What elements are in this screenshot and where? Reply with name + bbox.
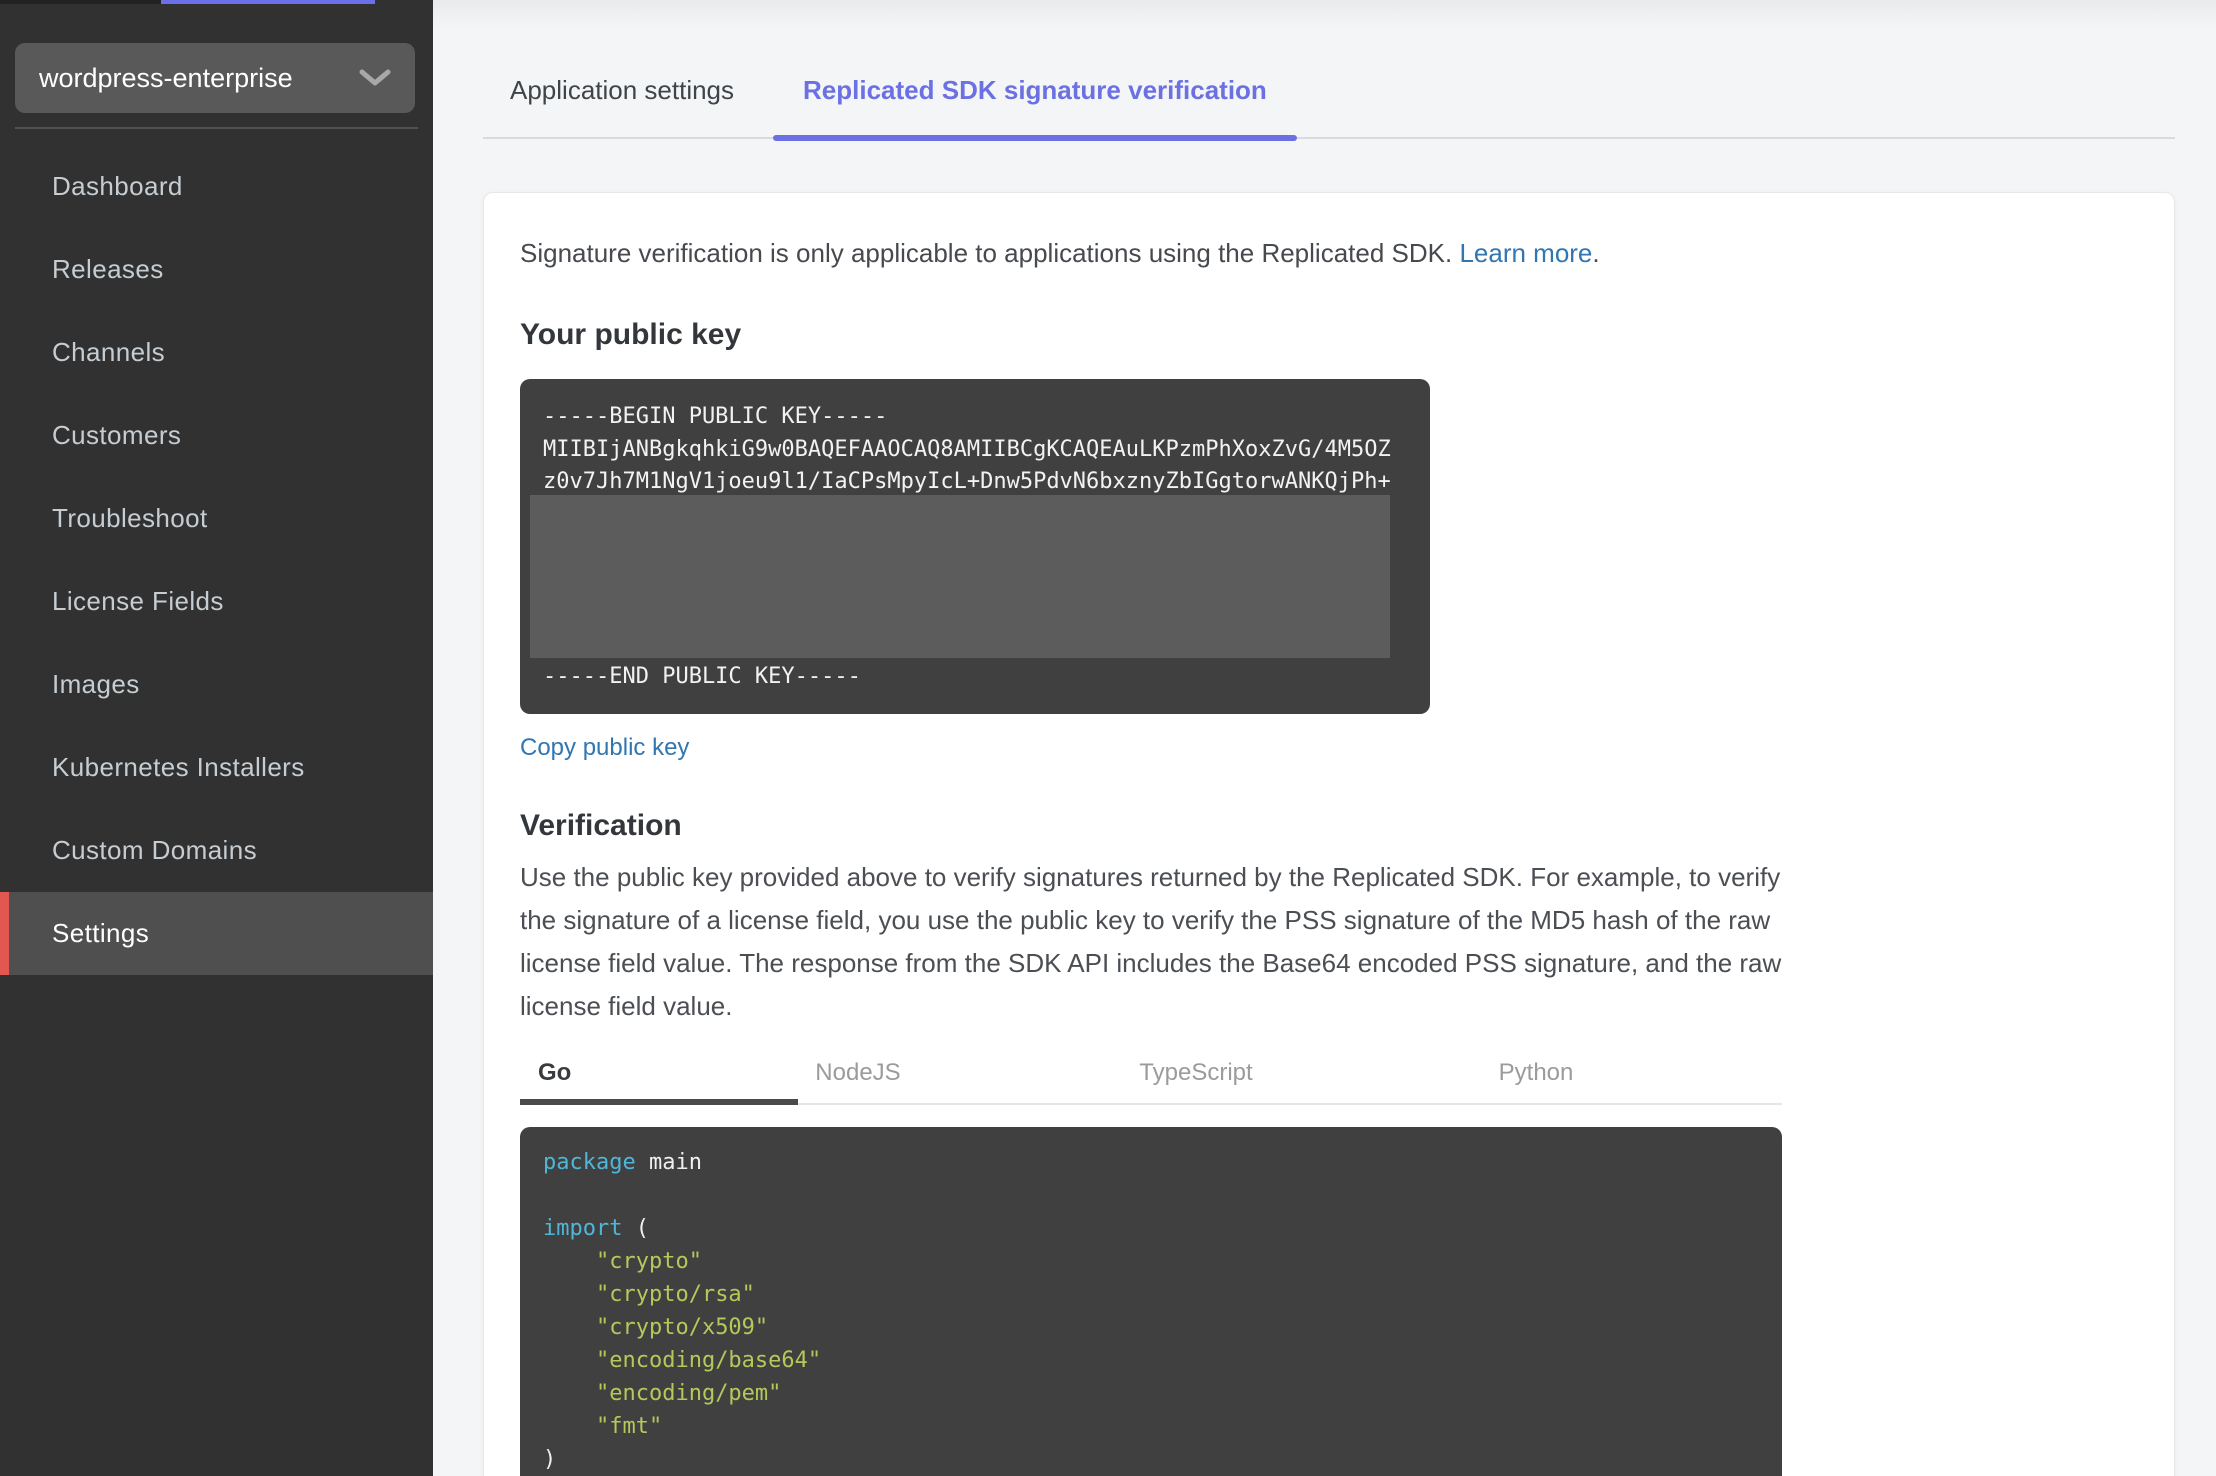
- code-line: "encoding/pem": [595, 1381, 782, 1406]
- sidebar-nav: Dashboard Releases Channels Customers Troubl…: [0, 145, 433, 975]
- code-line: "encoding/base64": [595, 1348, 822, 1373]
- public-key-line: MIIBIjANBgkqhkiG9w0BAQEFAAOCAQ8AMIIBCgKC…: [543, 437, 1391, 462]
- sidebar-item-label: Troubleshoot: [52, 503, 208, 533]
- lang-tab-python[interactable]: Python: [1499, 1042, 1574, 1103]
- sidebar-item-label: Images: [52, 669, 140, 699]
- sidebar-item-label: Custom Domains: [52, 835, 257, 865]
- sidebar-item-label: Channels: [52, 337, 166, 367]
- sidebar-item-customers[interactable]: Customers: [0, 394, 433, 477]
- code-content: package main import ( "crypto" "crypto/r…: [543, 1146, 1782, 1476]
- sidebar-item-label: Kubernetes Installers: [52, 752, 305, 782]
- top-strip-dark: [0, 0, 161, 4]
- sidebar-item-kubernetes-installers[interactable]: Kubernetes Installers: [0, 726, 433, 809]
- lang-tabs: Go NodeJS TypeScript Python: [520, 1042, 1782, 1105]
- code-line: "crypto/x509": [595, 1315, 769, 1340]
- code-line: import (: [543, 1216, 649, 1241]
- lang-tab-typescript[interactable]: TypeScript: [1139, 1042, 1252, 1103]
- chevron-down-icon: [359, 69, 391, 86]
- code-line: "crypto": [595, 1249, 702, 1274]
- sidebar-item-label: Customers: [52, 420, 182, 450]
- verification-heading: Verification: [520, 809, 682, 842]
- app-selector-dropdown[interactable]: wordpress-enterprise: [15, 43, 415, 113]
- public-key-block: -----END PUBLIC KEY----- -----BEGIN PUBL…: [520, 379, 1430, 714]
- sidebar-item-releases[interactable]: Releases: [0, 228, 433, 311]
- top-tabs: Application settings Replicated SDK signa…: [483, 0, 2175, 141]
- code-line: "fmt": [595, 1414, 663, 1439]
- public-key-line: z0v7Jh7M1NgV1joeu9l1/IaCPsMpyIcL+Dnw5Pdv…: [543, 469, 1391, 494]
- public-key-line: -----BEGIN PUBLIC KEY-----: [543, 404, 888, 429]
- sidebar-item-troubleshoot[interactable]: Troubleshoot: [0, 477, 433, 560]
- tab-replicated-sdk-signature-verification[interactable]: Replicated SDK signature verification: [773, 75, 1297, 141]
- verification-paragraph: Use the public key provided above to ver…: [520, 862, 1782, 1021]
- copy-public-key-link[interactable]: Copy public key: [520, 734, 689, 762]
- sidebar-item-label: License Fields: [52, 586, 224, 616]
- sidebar-item-images[interactable]: Images: [0, 643, 433, 726]
- sidebar: wordpress-enterprise Dashboard Releases Ch…: [0, 0, 433, 1476]
- sidebar-item-dashboard[interactable]: Dashboard: [0, 145, 433, 228]
- lang-tab-nodejs[interactable]: NodeJS: [815, 1042, 900, 1103]
- learn-more-link[interactable]: Learn more: [1459, 238, 1592, 268]
- sidebar-item-label: Dashboard: [52, 171, 183, 201]
- sidebar-item-settings[interactable]: Settings: [0, 892, 433, 975]
- go-code-block: package main import ( "crypto" "crypto/r…: [520, 1127, 1782, 1476]
- app-window: wordpress-enterprise Dashboard Releases Ch…: [0, 0, 2216, 1476]
- intro-text: Signature verification is only applicabl…: [520, 235, 1790, 271]
- code-line: "crypto/rsa": [595, 1282, 755, 1307]
- lang-tab-go[interactable]: Go: [520, 1042, 798, 1105]
- sidebar-item-custom-domains[interactable]: Custom Domains: [0, 809, 433, 892]
- tab-application-settings[interactable]: Application settings: [510, 75, 734, 137]
- settings-card: Signature verification is only applicabl…: [483, 192, 2175, 1476]
- sidebar-item-license-fields[interactable]: License Fields: [0, 560, 433, 643]
- code-line: package main: [543, 1150, 702, 1175]
- intro-lead: Signature verification is only applicabl…: [520, 238, 1460, 268]
- sidebar-item-label: Releases: [52, 254, 164, 284]
- sidebar-divider: [15, 127, 418, 129]
- sidebar-item-label: Settings: [52, 918, 150, 948]
- app-selector-label: wordpress-enterprise: [39, 62, 293, 93]
- public-key-heading: Your public key: [520, 318, 742, 351]
- top-strip-purple: [161, 0, 375, 4]
- code-line: ): [543, 1447, 557, 1472]
- sidebar-item-channels[interactable]: Channels: [0, 311, 433, 394]
- intro-suffix: .: [1592, 238, 1600, 268]
- redacted-key-overlay: [530, 495, 1390, 658]
- public-key-end-line: -----END PUBLIC KEY-----: [543, 664, 861, 689]
